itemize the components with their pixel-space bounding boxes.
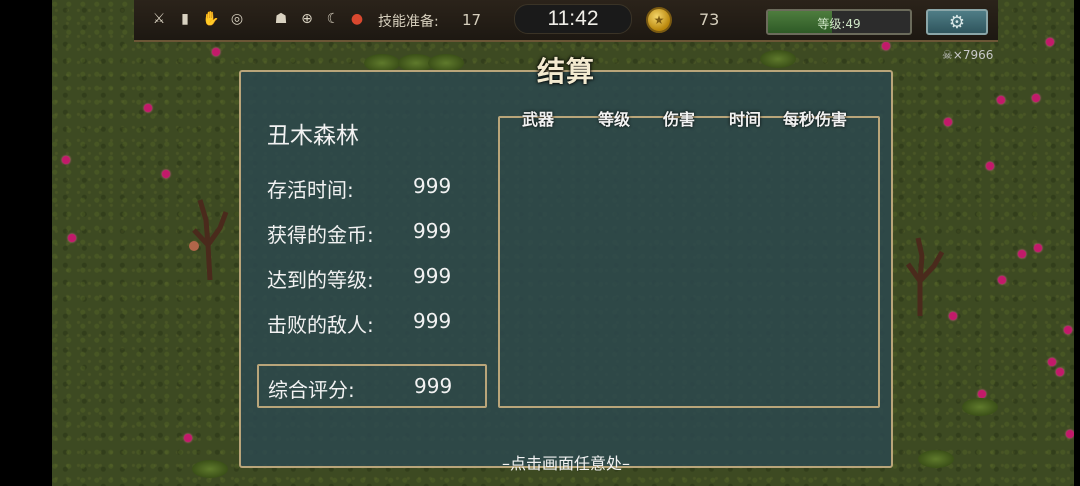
enemies-defeated-value: 999 [413, 309, 452, 333]
level-reached-value: 999 [413, 264, 452, 288]
compass-icon[interactable]: ⊕ [296, 8, 318, 30]
total-score-label: 综合评分: [268, 378, 355, 402]
weapon-stats-table: 武器 等级 伤害 时间 每秒伤害 [498, 110, 880, 408]
bush [918, 450, 954, 468]
helmet-icon[interactable]: ☗ [270, 8, 292, 30]
settings-button[interactable]: ⚙ [926, 9, 988, 35]
letterbox-right [1074, 0, 1080, 486]
sword-icon[interactable]: ⚔ [148, 8, 170, 30]
claw-icon[interactable]: ✋ [200, 8, 222, 30]
berry-pickup [62, 156, 70, 164]
tap-anywhere-hint: –点击画面任意处– [501, 454, 630, 473]
skull-icon: ☠ [942, 48, 953, 62]
berry-pickup [162, 170, 170, 178]
level-bar: 等级:49 [766, 9, 912, 35]
level-reached-label: 达到的等级: [267, 268, 374, 292]
bush [962, 398, 998, 416]
dead-tree [189, 199, 229, 280]
berry-pickup [1046, 38, 1054, 46]
berry-pickup [944, 118, 952, 126]
horn-icon[interactable]: ☾ [322, 8, 344, 30]
table-header-dps: 每秒伤害 [783, 110, 848, 129]
berry-pickup [212, 48, 220, 56]
coffin-icon[interactable]: ▮ [174, 8, 196, 30]
berry-pickup [986, 162, 994, 170]
berry-pickup [997, 96, 1005, 104]
stage-name: 丑木森林 [267, 123, 359, 149]
survival-time-value: 999 [413, 174, 452, 198]
berry-pickup [1056, 368, 1064, 376]
gear-icon: ⚙ [948, 11, 966, 33]
table-header-damage: 伤害 [663, 110, 696, 129]
coins-earned-value: 999 [413, 219, 452, 243]
berry-pickup [949, 312, 957, 320]
table-header-time: 时间 [729, 110, 762, 129]
coins-earned-label: 获得的金币: [267, 223, 374, 247]
berry-pickup [1064, 326, 1072, 334]
top-hud: ⚔ ▮ ✋ ◎ ☗ ⊕ ☾ ● 技能准备: 17 11:42 ★ 73 等级:4… [134, 0, 998, 42]
table-header-level: 等级 [598, 110, 631, 129]
berry-pickup [68, 234, 76, 242]
timer-box: 11:42 [514, 4, 632, 34]
berry-pickup [1018, 250, 1026, 258]
berry-pickup [1032, 94, 1040, 102]
survival-time-label: 存活时间: [267, 178, 354, 202]
skill-ready-label: 技能准备: [378, 14, 439, 30]
coin-count: 73 [699, 10, 720, 29]
berry-pickup [998, 276, 1006, 284]
table-header-weapon: 武器 [522, 110, 555, 129]
berry-pickup [1034, 244, 1042, 252]
coin-icon: ★ [646, 7, 672, 33]
total-score-box: 综合评分: 999 [257, 364, 487, 408]
game-screen[interactable]: ⚔ ▮ ✋ ◎ ☗ ⊕ ☾ ● 技能准备: 17 11:42 ★ 73 等级:4… [0, 0, 1080, 486]
letterbox-left [0, 0, 52, 486]
bush [192, 460, 228, 478]
skill-ready-value: 17 [462, 11, 482, 29]
ring-icon[interactable]: ◎ [226, 8, 248, 30]
apple-icon[interactable]: ● [346, 8, 368, 30]
berry-pickup [978, 390, 986, 398]
kill-count: ×7966 [952, 48, 994, 62]
enemies-defeated-label: 击败的敌人: [267, 313, 374, 337]
berry-pickup [1048, 358, 1056, 366]
berry-pickup [144, 104, 152, 112]
berry-pickup [184, 434, 192, 442]
kill-counter: ☠×7966 [942, 48, 993, 62]
dead-tree [905, 237, 945, 316]
level-label: 等级:49 [817, 17, 861, 31]
berry-pickup [882, 42, 890, 50]
total-score-value: 999 [414, 374, 453, 398]
berry-pickup [1066, 430, 1074, 438]
panel-title: 结算 [536, 55, 595, 88]
result-panel[interactable]: 结算 丑木森林 存活时间: 999 获得的金币: 999 达到的等级: 999 … [239, 55, 893, 473]
game-timer: 11:42 [547, 7, 599, 30]
